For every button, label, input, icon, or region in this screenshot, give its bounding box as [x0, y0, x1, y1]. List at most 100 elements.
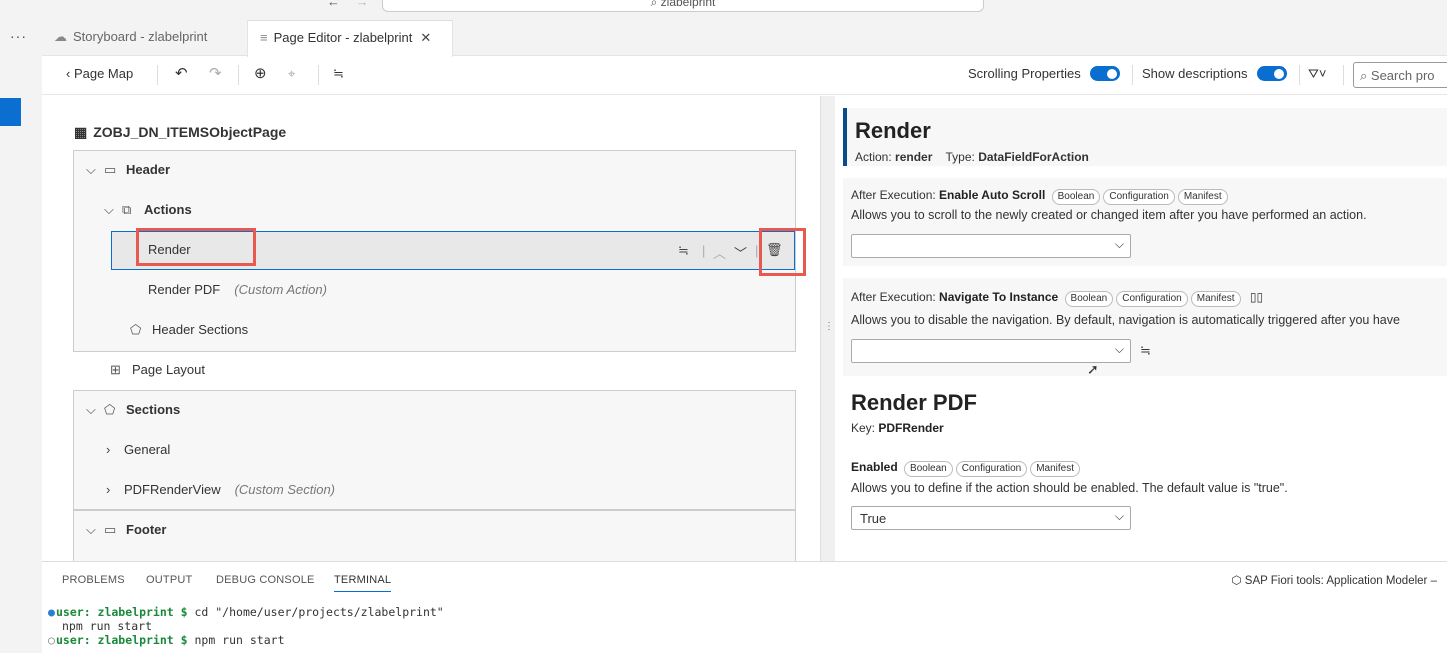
page-map-label: Page Map — [73, 66, 134, 81]
redo-icon[interactable]: ↷ — [209, 64, 222, 82]
separator: | — [702, 243, 706, 258]
select-value: True — [860, 511, 887, 526]
puzzle-icon: ⬠ — [104, 402, 116, 417]
nav-arrows: ← → — [327, 0, 381, 9]
badge-boolean: Boolean — [1051, 189, 1101, 205]
tree-node-header[interactable]: ⌵ ▭ Header — [86, 162, 170, 182]
badge-configuration: Configuration — [1103, 189, 1175, 205]
tab-output[interactable]: OUTPUT — [146, 574, 192, 586]
scrolling-properties-toggle[interactable] — [1090, 66, 1120, 81]
chevron-down-icon[interactable]: ⌵ — [86, 522, 104, 538]
move-down-icon[interactable]: ﹀ — [734, 243, 747, 262]
tree-node-footer[interactable]: ⌵ ▭ Footer — [86, 522, 166, 542]
puzzle-icon: ⬠ — [130, 322, 142, 337]
document-icon: ≡ — [260, 30, 268, 45]
pane-splitter[interactable]: ⋮⋮ — [820, 96, 844, 561]
brush-icon[interactable]: ⌖ — [288, 66, 295, 82]
label-prefix: After Execution: — [851, 188, 940, 202]
property-label: Enabled Boolean Configuration Manifest — [851, 460, 1081, 477]
page-title: ▦ ZOBJ_DN_ITEMSObjectPage — [74, 124, 286, 141]
terminal-name[interactable]: ⬡ SAP Fiori tools: Application Modeler – — [1232, 573, 1437, 587]
tree-label: General — [124, 442, 171, 457]
custom-action-note: (Custom Action) — [234, 282, 327, 297]
active-view-marker[interactable] — [0, 98, 21, 126]
render-pdf-title: Render PDF — [851, 390, 977, 415]
divider — [1299, 65, 1300, 85]
enabled-select[interactable]: True ⌵ — [851, 506, 1131, 530]
property-description: Allows you to disable the navigation. By… — [851, 313, 1400, 327]
tree-label: Page Layout — [132, 362, 206, 377]
tab-problems[interactable]: PROBLEMS — [62, 574, 125, 586]
chevron-down-icon[interactable]: ⌵ — [86, 162, 104, 178]
footer-group — [73, 510, 796, 561]
divider — [318, 65, 319, 85]
go-to-source-icon[interactable]: ≒ — [333, 66, 344, 82]
bottom-panel: PROBLEMS OUTPUT DEBUG CONSOLE TERMINAL ⬡… — [42, 561, 1447, 653]
divider — [1132, 65, 1133, 85]
tab-page-editor[interactable]: ≡ Page Editor - zlabelprint ✕ — [247, 20, 453, 57]
chevron-right-icon[interactable]: › — [106, 482, 124, 497]
tree-label: Footer — [126, 522, 167, 537]
forward-arrow-icon[interactable]: → — [356, 0, 369, 9]
globe-icon[interactable]: ⊕ — [254, 64, 267, 82]
type-label: Type: — [945, 150, 975, 164]
terminal-command: npm run start — [62, 619, 153, 633]
more-icon[interactable]: ··· — [10, 28, 27, 44]
action-value: render — [895, 150, 933, 164]
auto-scroll-select[interactable]: ⌵ — [851, 234, 1131, 258]
page-editor-toolbar: ‹ Page Map ↶ ↷ ⊕ ⌖ ≒ Scrolling Propertie… — [42, 57, 1447, 95]
label-name: Enabled — [851, 460, 898, 474]
tab-debug-console[interactable]: DEBUG CONSOLE — [216, 574, 315, 586]
action-label: Action: — [855, 150, 892, 164]
tree-node-pdf-render-view[interactable]: › PDFRenderView (Custom Section) — [106, 482, 335, 502]
book-icon[interactable]: ▯▯ — [1250, 290, 1263, 304]
back-arrow-icon[interactable]: ← — [327, 0, 340, 9]
navigate-to-instance-select[interactable]: ⌵ — [851, 339, 1131, 363]
tab-label: Page Editor - zlabelprint — [273, 30, 413, 45]
go-to-source-icon[interactable]: ≒ — [678, 243, 689, 259]
dash-icon: – — [1430, 575, 1437, 587]
chevron-down-icon[interactable]: ⌵ — [86, 402, 104, 418]
divider — [157, 65, 158, 85]
tree-node-actions[interactable]: ⌵ ⧉ Actions — [104, 202, 192, 222]
chevron-right-icon[interactable]: › — [106, 442, 124, 457]
move-up-icon[interactable]: ︿ — [713, 243, 726, 262]
tree-node-general[interactable]: › General — [106, 442, 170, 462]
go-to-source-icon[interactable]: ≒ — [1140, 343, 1151, 359]
terminal-line: ○user: zlabelprint $ npm run start — [48, 633, 285, 647]
tree-label: Render PDF — [148, 282, 221, 297]
footer-icon: ▭ — [104, 522, 117, 537]
search-properties-input[interactable]: ⌕ Search pro — [1353, 62, 1447, 88]
chevron-down-icon: ⌵ — [1114, 342, 1124, 356]
label-name: Navigate To Instance — [939, 290, 1059, 304]
page-map-tree: ▦ ZOBJ_DN_ITEMSObjectPage ⌵ ▭ Header ⌵ ⧉ Acti… — [42, 96, 820, 561]
tree-node-sections[interactable]: ⌵ ⬠ Sections — [86, 402, 180, 422]
highlight-box-delete — [759, 228, 806, 276]
scrolling-properties-label: Scrolling Properties — [968, 66, 1081, 81]
property-label: After Execution: Navigate To Instance Bo… — [851, 290, 1263, 307]
show-descriptions-toggle[interactable] — [1257, 66, 1287, 81]
properties-title: Render — [855, 118, 931, 143]
type-value: DataFieldForAction — [978, 150, 1089, 164]
terminal-command: npm run start — [187, 633, 285, 647]
divider — [238, 65, 239, 85]
tree-node-header-sections[interactable]: ⬠ Header Sections — [130, 322, 248, 342]
command-success-icon: ● — [48, 605, 55, 619]
close-icon[interactable]: ✕ — [420, 30, 431, 45]
property-description: Allows you to define if the action shoul… — [851, 481, 1288, 495]
layout-icon: ⊞ — [110, 362, 121, 377]
badge-configuration: Configuration — [955, 461, 1028, 477]
tree-node-render-pdf[interactable]: Render PDF (Custom Action) — [148, 282, 327, 302]
custom-section-note: (Custom Section) — [234, 482, 336, 497]
terminal-name-label: SAP Fiori tools: Application Modeler — [1244, 575, 1428, 587]
terminal-prompt: user: zlabelprint $ — [56, 605, 188, 619]
tab-terminal[interactable]: TERMINAL — [334, 574, 392, 592]
undo-icon[interactable]: ↶ — [175, 64, 188, 82]
command-center-search[interactable]: ⌕ zlabelprint — [382, 0, 984, 12]
filter-icon[interactable]: ⛛˅ — [1308, 66, 1327, 82]
page-map-button[interactable]: ‹ Page Map — [66, 66, 133, 81]
tree-node-page-layout[interactable]: ⊞ Page Layout — [110, 362, 205, 382]
tab-storyboard[interactable]: ☁ Storyboard - zlabelprint — [42, 20, 246, 57]
mouse-cursor-icon: ➚ — [1087, 361, 1099, 377]
chevron-down-icon[interactable]: ⌵ — [104, 202, 122, 218]
